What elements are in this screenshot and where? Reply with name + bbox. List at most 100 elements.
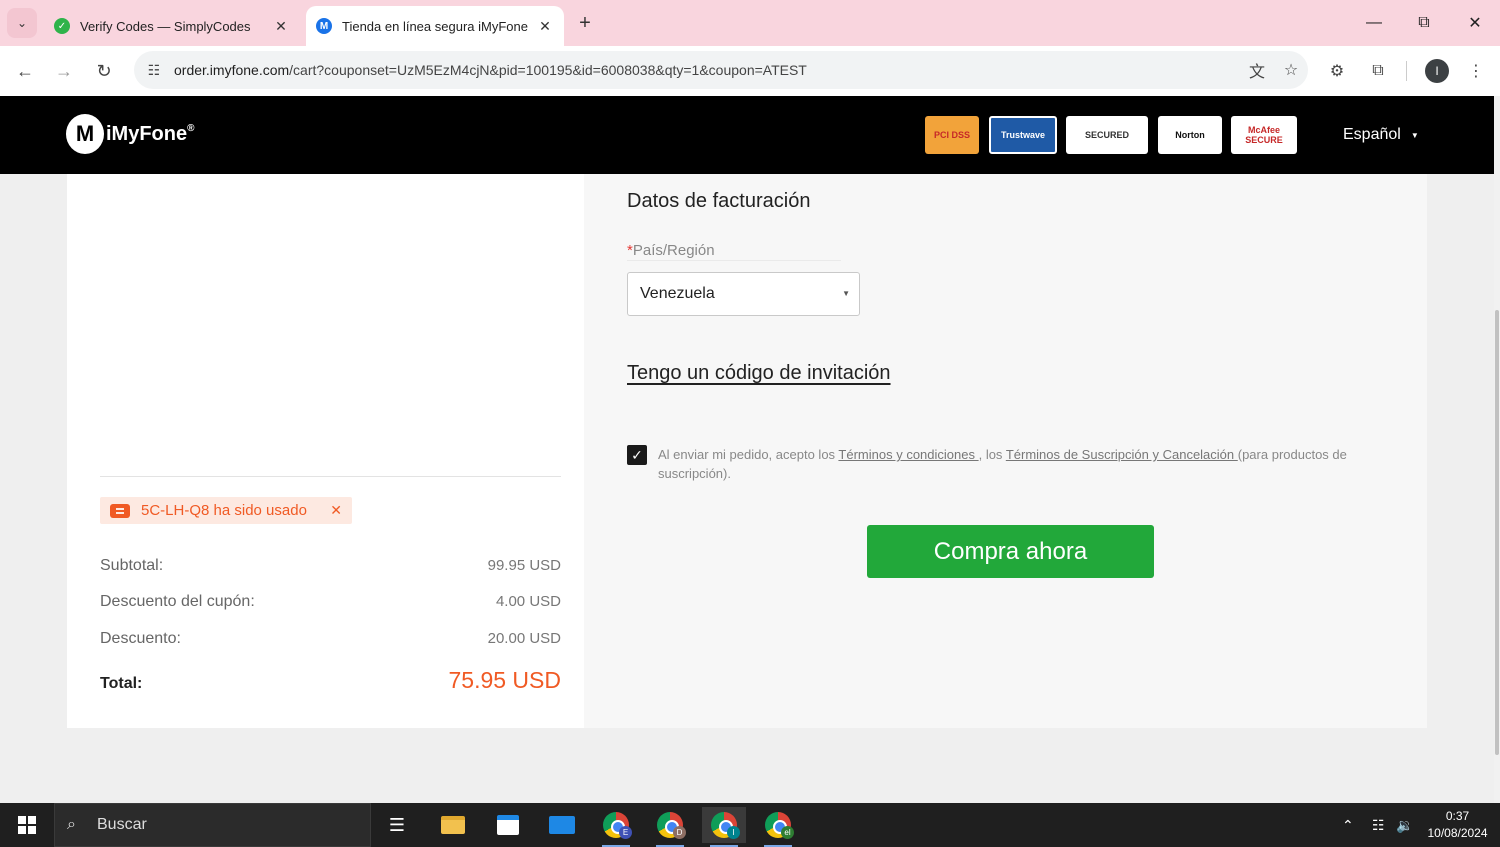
translate-icon[interactable]: 文 (1240, 55, 1274, 85)
discount-row: Descuento: 20.00 USD (100, 630, 561, 648)
chrome-badge-e: E (619, 826, 632, 839)
imyfone-logo[interactable]: M iMyFone® (66, 114, 195, 154)
language-label: Español (1343, 126, 1401, 143)
logo-reg-mark: ® (187, 122, 195, 134)
subtotal-row: Subtotal: 99.95 USD (100, 557, 561, 575)
subtotal-value: 99.95 USD (487, 557, 561, 574)
close-window-icon[interactable]: ✕ (1455, 8, 1495, 38)
volume-icon[interactable]: 🔉 (1396, 803, 1413, 847)
terms-prefix: Al enviar mi pedido, acepto los (658, 447, 839, 462)
norton-badge[interactable]: Norton (1158, 116, 1222, 154)
url-text[interactable]: order.imyfone.com/cart?couponset=UzM5EzM… (172, 62, 1240, 78)
language-selector[interactable]: Español ▼ (1343, 126, 1419, 144)
tab-search-chevron-icon[interactable]: ⌄ (7, 8, 37, 38)
terms-text: Al enviar mi pedido, acepto los Términos… (658, 445, 1388, 483)
trustwave-badge[interactable]: Trustwave (989, 116, 1057, 154)
total-row: Total: 75.95 USD (100, 667, 561, 694)
tab-close-icon[interactable]: ✕ (534, 15, 556, 37)
bookmark-star-icon[interactable]: ☆ (1274, 55, 1308, 85)
windows-start-icon[interactable] (0, 803, 54, 847)
browser-tab-strip: ⌄ ✓ Verify Codes — SimplyCodes ✕ M Tiend… (0, 0, 1500, 46)
search-icon: ⌕ (67, 816, 76, 833)
total-label: Total: (100, 675, 143, 692)
terms-conditions-link[interactable]: Términos y condiciones (838, 447, 978, 462)
country-field-label: *País/Región (627, 242, 715, 259)
coupon-discount-label: Descuento del cupón: (100, 593, 255, 610)
profile-avatar[interactable]: I (1425, 59, 1449, 83)
imyfone-favicon-icon: M (316, 18, 332, 34)
logo-text-label: iMyFone (106, 122, 188, 145)
chrome-badge-i: I (727, 826, 740, 839)
summary-divider (100, 476, 561, 477)
chrome-profile-i-icon[interactable]: I (702, 807, 746, 847)
windows-taskbar: ⌕ Buscar ☰ E D I el ⌃ ☷ 🔉 0:37 10/08/202… (0, 803, 1500, 847)
checkmark-icon: ✓ (631, 446, 643, 463)
subscription-terms-link[interactable]: Términos de Suscripción y Cancelación (1006, 447, 1238, 462)
address-bar[interactable]: ☷ order.imyfone.com/cart?couponset=UzM5E… (134, 51, 1308, 89)
country-select-value: Venezuela (640, 285, 715, 302)
clock-time: 0:37 (1445, 809, 1470, 823)
forward-arrow-icon[interactable]: → (49, 56, 79, 86)
terms-checkbox[interactable]: ✓ (627, 445, 647, 465)
chrome-profile-el-icon[interactable]: el (756, 807, 800, 847)
mail-icon[interactable] (540, 807, 584, 843)
tab-title: Verify Codes — SimplyCodes (80, 18, 251, 34)
taskbar-search[interactable]: ⌕ Buscar (54, 803, 371, 847)
terms-mid: , los (978, 447, 1006, 462)
country-label-text: País/Región (632, 242, 715, 259)
logo-mark-icon: M (66, 114, 104, 154)
coupon-ticket-icon (110, 503, 130, 518)
restore-icon[interactable]: ⧉ (1404, 8, 1444, 38)
simplycodes-favicon-icon: ✓ (54, 18, 70, 34)
ssl-secured-badge[interactable]: SECURED (1066, 116, 1148, 154)
tab-title: Tienda en línea segura iMyFone (342, 18, 528, 34)
coupon-used-tag: 5C-LH-Q8 ha sido usado ✕ (100, 497, 352, 524)
discount-label: Descuento: (100, 630, 181, 647)
file-explorer-icon[interactable] (431, 807, 475, 843)
chrome-profile-d-icon[interactable]: D (648, 807, 692, 847)
caret-down-icon: ▼ (1410, 130, 1419, 140)
remove-coupon-icon[interactable]: ✕ (330, 502, 342, 519)
logo-text: iMyFone® (106, 123, 195, 146)
tab-close-icon[interactable]: ✕ (270, 15, 292, 37)
tab-simplycodes[interactable]: ✓ Verify Codes — SimplyCodes ✕ (46, 6, 300, 46)
new-tab-plus-icon[interactable]: + (572, 10, 598, 36)
network-wifi-icon[interactable]: ☷ (1372, 803, 1385, 847)
browser-toolbar: ← → ↻ ☷ order.imyfone.com/cart?couponset… (0, 46, 1500, 96)
minimize-icon[interactable]: — (1354, 8, 1394, 38)
chrome-profile-e-icon[interactable]: E (594, 807, 638, 847)
back-arrow-icon[interactable]: ← (10, 56, 40, 86)
task-view-icon[interactable]: ☰ (375, 807, 419, 843)
tab-imyfone-store[interactable]: M Tienda en línea segura iMyFone ✕ (306, 6, 564, 46)
invitation-code-link[interactable]: Tengo un código de invitación (627, 362, 891, 385)
url-path: /cart?couponset=UzM5EzM4cjN&pid=100195&i… (289, 62, 807, 78)
mcafee-badge[interactable]: McAfee SECURE (1231, 116, 1297, 154)
site-info-icon[interactable]: ☷ (136, 55, 172, 85)
subtotal-label: Subtotal: (100, 557, 164, 574)
country-select[interactable]: Venezuela ▼ (627, 272, 860, 316)
page-scrollbar-thumb[interactable] (1495, 310, 1499, 755)
billing-title: Datos de facturación (627, 190, 811, 212)
taskbar-clock[interactable]: 0:37 10/08/2024 (1420, 808, 1495, 842)
more-menu-icon[interactable]: ⋮ (1461, 56, 1491, 86)
taskbar-search-placeholder: Buscar (97, 816, 147, 833)
site-header: M iMyFone® PCI DSS Trustwave SECURED Nor… (0, 96, 1494, 174)
clock-date: 10/08/2024 (1427, 826, 1488, 840)
coupon-discount-row: Descuento del cupón: 4.00 USD (100, 593, 561, 611)
total-value: 75.95 USD (448, 667, 561, 693)
field-label-underline (627, 260, 841, 261)
microsoft-store-icon[interactable] (486, 807, 530, 843)
select-caret-icon: ▼ (842, 289, 850, 298)
pci-dss-badge[interactable]: PCI DSS (925, 116, 979, 154)
coupon-used-text: 5C-LH-Q8 ha sido usado (141, 502, 307, 519)
extensions-puzzle-icon[interactable]: ⧉ (1363, 56, 1393, 86)
toolbar-divider (1406, 61, 1407, 81)
chrome-badge-el: el (781, 826, 794, 839)
tray-overflow-chevron-icon[interactable]: ⌃ (1342, 803, 1354, 847)
ai-assistant-icon[interactable]: ⚙ (1322, 56, 1352, 86)
url-host: order.imyfone.com (174, 62, 290, 78)
discount-value: 20.00 USD (487, 630, 561, 647)
reload-icon[interactable]: ↻ (89, 56, 119, 86)
buy-now-button[interactable]: Compra ahora (867, 525, 1154, 578)
chrome-badge-d: D (673, 826, 686, 839)
